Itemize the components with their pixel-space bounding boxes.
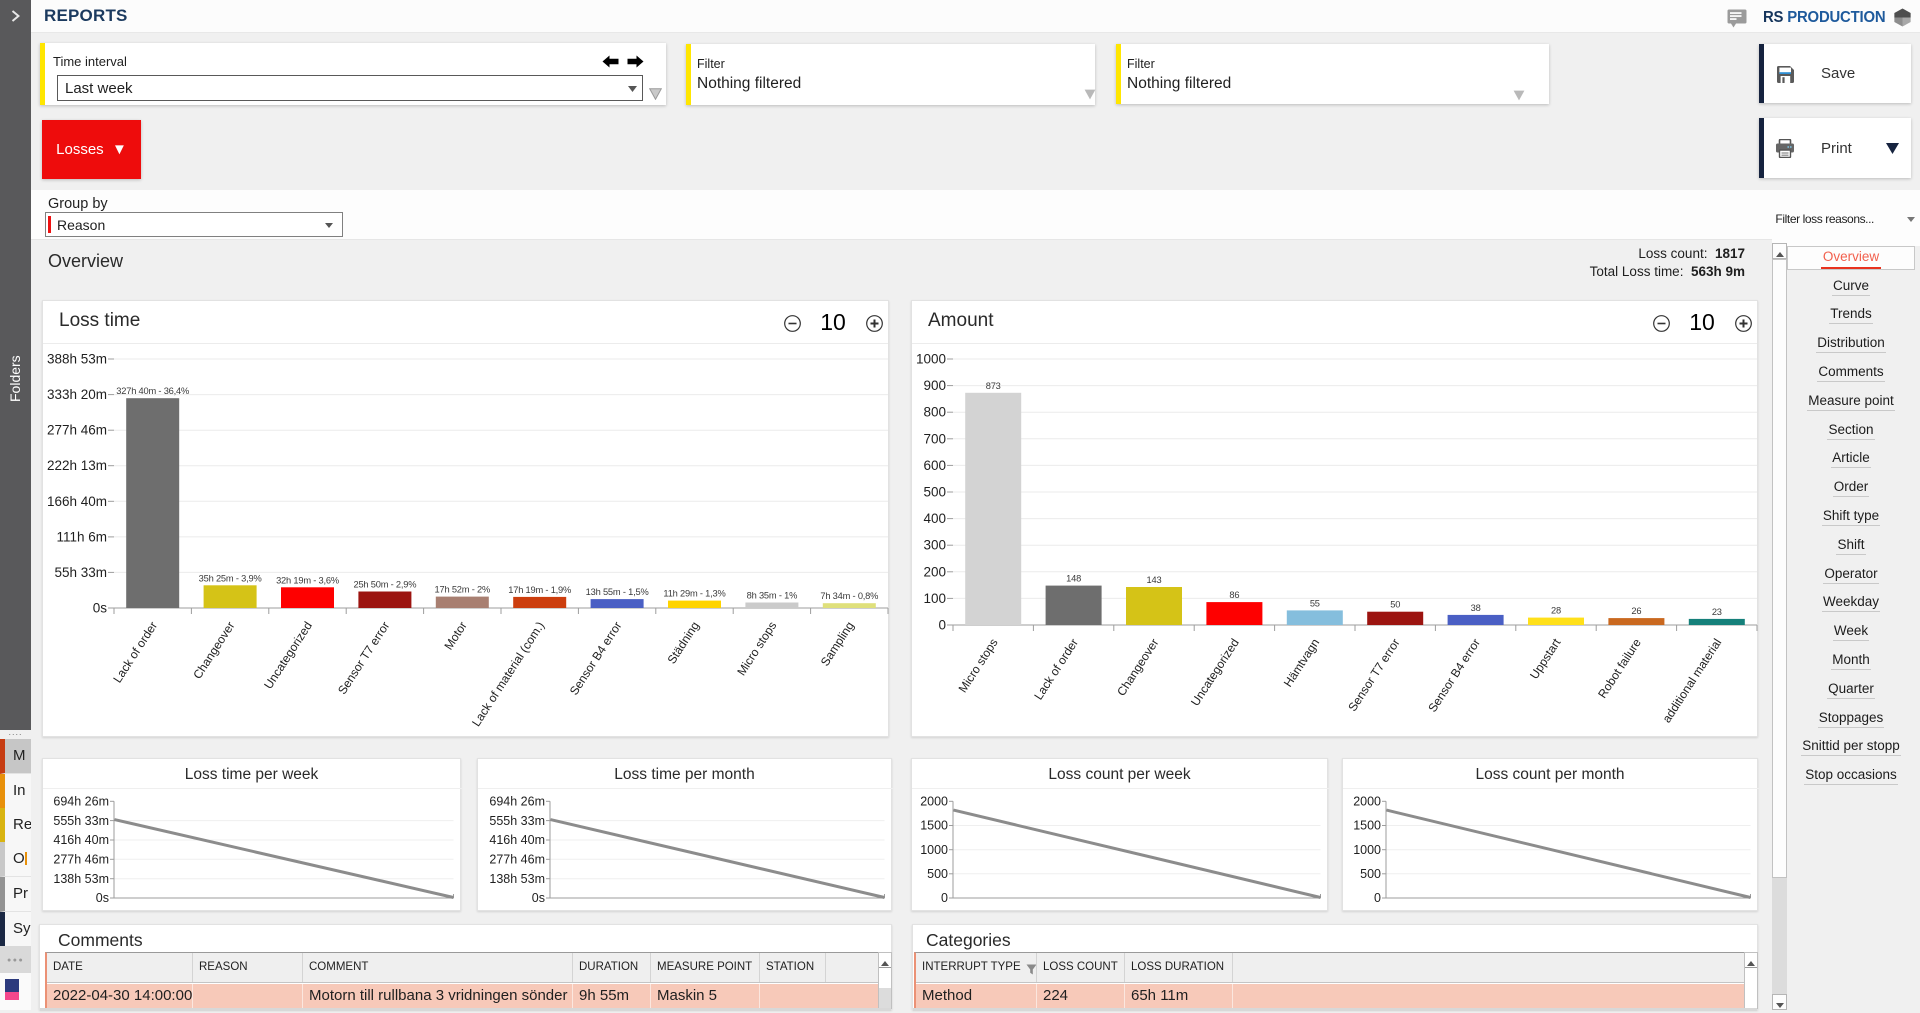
svg-text:1500: 1500 <box>1353 819 1381 833</box>
svg-text:Micro stops: Micro stops <box>956 636 1001 695</box>
svg-text:800: 800 <box>923 405 946 420</box>
svg-text:555h 33m: 555h 33m <box>489 814 545 828</box>
svg-text:500: 500 <box>927 867 948 881</box>
svg-text:Sensor B4 error: Sensor B4 error <box>1425 636 1483 715</box>
svg-text:Uncategorized: Uncategorized <box>261 619 315 692</box>
svg-text:100: 100 <box>923 591 946 606</box>
svg-text:Changeover: Changeover <box>1114 636 1161 698</box>
svg-text:1000: 1000 <box>920 843 948 857</box>
svg-text:Uncategorized: Uncategorized <box>1188 636 1242 709</box>
svg-text:200: 200 <box>923 564 946 579</box>
svg-text:17h 52m - 2%: 17h 52m - 2% <box>435 585 490 595</box>
svg-text:55: 55 <box>1310 598 1320 608</box>
svg-text:694h 26m: 694h 26m <box>53 795 109 809</box>
svg-text:277h 46m: 277h 46m <box>47 423 107 438</box>
svg-text:23: 23 <box>1712 607 1722 617</box>
svg-text:300: 300 <box>923 538 946 553</box>
svg-text:7h 34m - 0,8%: 7h 34m - 0,8% <box>820 591 878 601</box>
svg-text:Sensor T7 error: Sensor T7 error <box>335 619 392 697</box>
svg-text:Changeover: Changeover <box>190 619 237 681</box>
svg-text:86: 86 <box>1229 590 1239 600</box>
svg-text:Sampling: Sampling <box>818 619 857 669</box>
svg-text:873: 873 <box>986 381 1001 391</box>
svg-text:138h 53m: 138h 53m <box>53 872 109 886</box>
svg-text:416h 40m: 416h 40m <box>489 833 545 847</box>
svg-text:Sensor T7 error: Sensor T7 error <box>1345 636 1402 714</box>
svg-text:694h 26m: 694h 26m <box>489 795 545 809</box>
svg-text:Robot failure: Robot failure <box>1595 636 1644 701</box>
svg-text:400: 400 <box>923 511 946 526</box>
svg-text:277h 46m: 277h 46m <box>489 853 545 867</box>
svg-text:Städning: Städning <box>664 619 702 666</box>
svg-text:55h 33m: 55h 33m <box>54 565 107 580</box>
svg-text:38: 38 <box>1471 603 1481 613</box>
svg-text:600: 600 <box>923 458 946 473</box>
svg-text:700: 700 <box>923 431 946 446</box>
svg-text:32h 19m - 3,6%: 32h 19m - 3,6% <box>276 575 339 585</box>
svg-text:1500: 1500 <box>920 819 948 833</box>
svg-text:35h 25m - 3,9%: 35h 25m - 3,9% <box>199 573 262 583</box>
svg-text:327h 40m - 36,4%: 327h 40m - 36,4% <box>116 386 189 396</box>
svg-text:Lack of order: Lack of order <box>1031 636 1081 702</box>
svg-text:500: 500 <box>923 485 946 500</box>
svg-text:13h 55m - 1,5%: 13h 55m - 1,5% <box>586 587 649 597</box>
svg-text:11h 29m - 1,3%: 11h 29m - 1,3% <box>663 589 725 599</box>
svg-text:0s: 0s <box>93 601 108 616</box>
svg-text:166h 40m: 166h 40m <box>47 494 107 509</box>
svg-text:416h 40m: 416h 40m <box>53 833 109 847</box>
svg-text:0: 0 <box>941 891 948 905</box>
svg-text:900: 900 <box>923 378 946 393</box>
svg-text:111h 6m: 111h 6m <box>56 529 107 544</box>
svg-text:500: 500 <box>1360 867 1381 881</box>
svg-text:50: 50 <box>1390 600 1400 610</box>
svg-text:143: 143 <box>1147 575 1162 585</box>
svg-text:Micro stops: Micro stops <box>734 619 779 678</box>
svg-text:222h 13m: 222h 13m <box>47 458 107 473</box>
svg-text:555h 33m: 555h 33m <box>53 814 109 828</box>
svg-text:17h 19m - 1,9%: 17h 19m - 1,9% <box>508 585 571 595</box>
svg-text:Lack of material (com.): Lack of material (com.) <box>469 619 547 729</box>
svg-text:388h 53m: 388h 53m <box>47 352 107 367</box>
svg-text:1000: 1000 <box>916 352 946 367</box>
svg-text:1000: 1000 <box>1353 843 1381 857</box>
svg-text:Motor: Motor <box>441 619 469 652</box>
svg-text:2000: 2000 <box>920 795 948 809</box>
svg-text:additional material: additional material <box>1660 636 1725 725</box>
svg-text:333h 20m: 333h 20m <box>47 387 107 402</box>
svg-text:0s: 0s <box>532 891 545 905</box>
svg-text:277h 46m: 277h 46m <box>53 853 109 867</box>
svg-text:8h 35m - 1%: 8h 35m - 1% <box>747 591 798 601</box>
svg-text:25h 50m - 2,9%: 25h 50m - 2,9% <box>353 580 416 590</box>
svg-text:Lack of order: Lack of order <box>110 619 160 685</box>
svg-text:0: 0 <box>1374 891 1381 905</box>
svg-text:0: 0 <box>938 618 946 633</box>
svg-text:138h 53m: 138h 53m <box>489 872 545 886</box>
svg-text:148: 148 <box>1066 574 1081 584</box>
svg-text:28: 28 <box>1551 606 1561 616</box>
svg-text:26: 26 <box>1631 606 1641 616</box>
svg-text:Hämtvagn: Hämtvagn <box>1281 636 1323 690</box>
svg-text:Uppstart: Uppstart <box>1527 635 1564 681</box>
svg-text:2000: 2000 <box>1353 795 1381 809</box>
svg-text:0s: 0s <box>96 891 109 905</box>
svg-text:Sensor B4 error: Sensor B4 error <box>567 619 625 698</box>
